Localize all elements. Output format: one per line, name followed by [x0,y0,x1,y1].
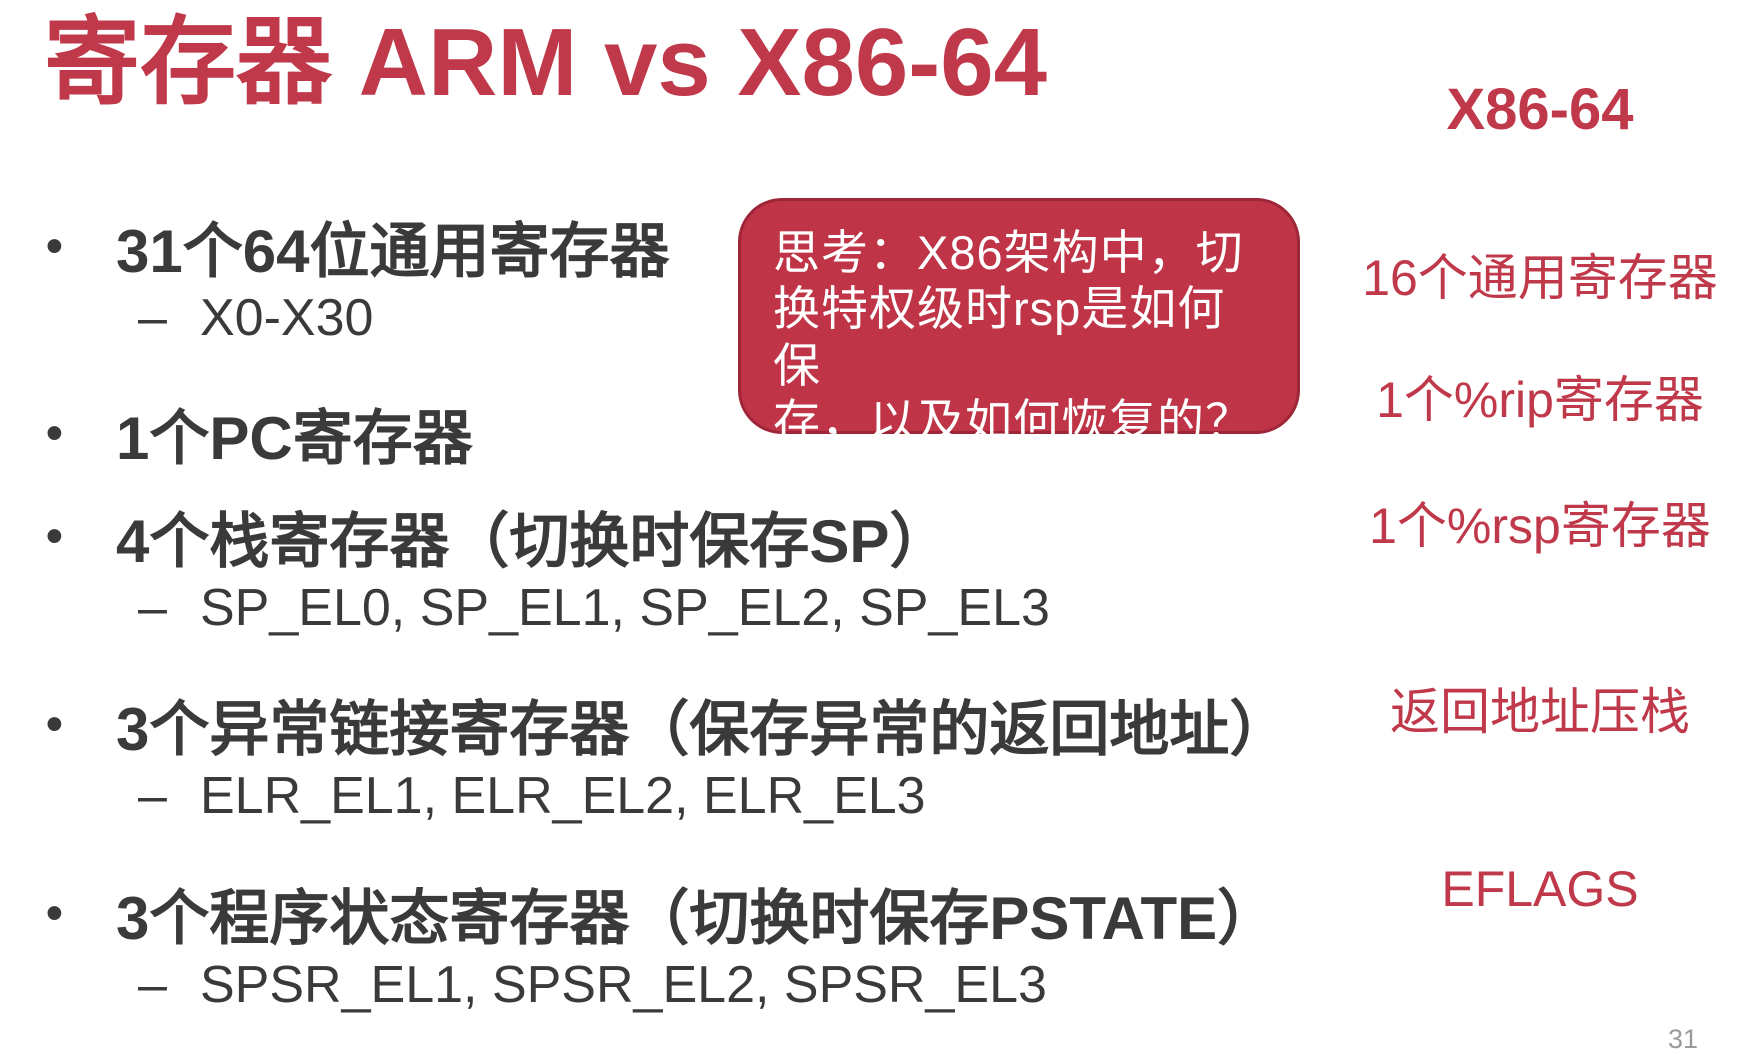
callout-line: 换特权级时rsp是如何保 [773,282,1226,392]
x86-note-rsp-register: 1个%rsp寄存器 [1369,498,1711,554]
x86-note-return-address: 返回地址压栈 [1390,684,1690,740]
page-number: 31 [1668,1024,1699,1054]
sub-item: – SPSR_EL1, SPSR_EL2, SPSR_EL3 [138,949,1277,1021]
sub-item: – X0-X30 [138,282,669,354]
x86-note-rip-register: 1个%rip寄存器 [1376,372,1704,428]
bullet-marker: • [46,509,63,563]
bullet-label: 31个64位通用寄存器 [116,217,670,285]
x86-note-gp-registers: 16个通用寄存器 [1362,250,1718,306]
sub-marker: – [138,579,167,637]
bullet-label: 3个程序状态寄存器（切换时保存PSTATE） [116,884,1278,952]
sub-item: – SP_EL0, SP_EL1, SP_EL2, SP_EL3 [138,572,1050,644]
bullet-program-status-registers: • 3个程序状态寄存器（切换时保存PSTATE） – SPSR_EL1, SPS… [46,877,1277,1021]
bullet-label: 3个异常链接寄存器（保存异常的返回地址） [116,695,1290,763]
bullet-marker: • [46,406,63,460]
bullet-marker: • [46,697,63,751]
bullet-gp-registers: • 31个64位通用寄存器 – X0-X30 [46,210,669,354]
callout-line: 思考：X86架构中，切 [773,226,1244,279]
bullet-stack-registers: • 4个栈寄存器（切换时保存SP） – SP_EL0, SP_EL1, SP_E… [46,500,1050,644]
x86-note-eflags: EFLAGS [1441,861,1639,917]
sub-label: X0-X30 [200,289,374,347]
bullet-marker: • [46,886,63,940]
sub-label: SP_EL0, SP_EL1, SP_EL2, SP_EL3 [200,579,1050,637]
sub-marker: – [138,289,167,347]
callout-line: 存，以及如何恢复的？ [773,395,1253,449]
bullet-pc-register: • 1个PC寄存器 [46,397,473,472]
bullet-marker: • [46,219,63,273]
sub-label: SPSR_EL1, SPSR_EL2, SPSR_EL3 [200,956,1047,1014]
x86-header: X86-64 [1446,77,1634,142]
thinking-callout: 思考：X86架构中，切 换特权级时rsp是如何保 存，以及如何恢复的？ [738,198,1300,448]
bullet-label: 1个PC寄存器 [116,404,473,472]
sub-label: ELR_EL1, ELR_EL2, ELR_EL3 [200,767,926,825]
sub-marker: – [138,767,167,825]
bullet-exception-link-registers: • 3个异常链接寄存器（保存异常的返回地址） – ELR_EL1, ELR_EL… [46,688,1289,832]
sub-item: – ELR_EL1, ELR_EL2, ELR_EL3 [138,760,1289,832]
bullet-label: 4个栈寄存器（切换时保存SP） [116,507,950,575]
sub-marker: – [138,956,167,1014]
